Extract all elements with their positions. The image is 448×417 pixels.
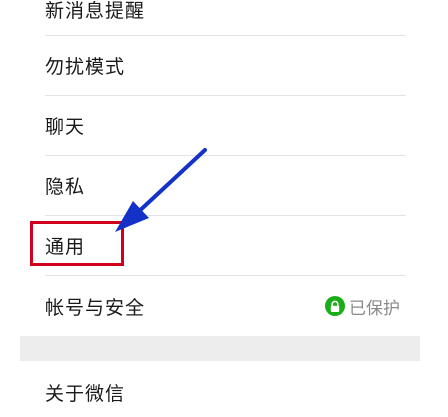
protected-status-text: 已保护 [349, 298, 400, 319]
section-gap [20, 336, 420, 361]
settings-item-do-not-disturb[interactable]: 勿扰模式 [20, 36, 420, 95]
settings-item-label: 勿扰模式 [45, 56, 126, 78]
settings-item-about-wechat[interactable]: 关于微信 [20, 367, 420, 417]
lock-icon [325, 296, 345, 316]
settings-list-about: 关于微信 [20, 361, 420, 405]
settings-item-privacy[interactable]: 隐私 [20, 156, 420, 215]
settings-item-label: 帐号与安全 [45, 296, 146, 319]
settings-item-label: 隐私 [45, 176, 86, 198]
settings-item-label: 关于微信 [45, 382, 126, 405]
settings-item-label: 新消息提醒 [45, 0, 146, 22]
settings-item-label: 聊天 [45, 116, 86, 138]
account-security-status: 已保护 [325, 294, 400, 319]
settings-item-chat[interactable]: 聊天 [20, 96, 420, 155]
settings-item-account-security[interactable]: 帐号与安全 已保护 [20, 276, 420, 336]
settings-item-new-message-notification[interactable]: 新消息提醒 [20, 0, 420, 29]
highlight-box [30, 221, 124, 266]
settings-list: 新消息提醒 勿扰模式 聊天 隐私 通用 帐号与安全 已保护 [20, 0, 420, 336]
